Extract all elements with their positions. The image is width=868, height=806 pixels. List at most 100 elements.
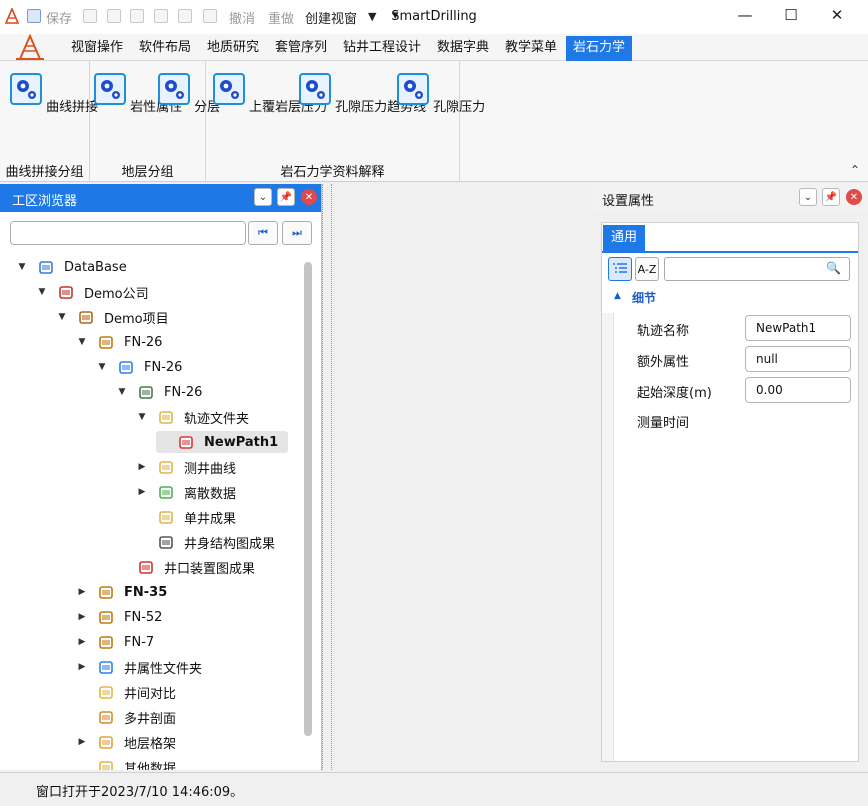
collapse-icon[interactable]: ▼ <box>16 262 28 272</box>
panel-splitter[interactable] <box>322 184 332 770</box>
tab-drilling-design[interactable]: 钻井工程设计 <box>339 36 425 61</box>
expand-icon[interactable]: ▶ <box>76 637 88 647</box>
gear-icon <box>94 73 126 105</box>
save-button[interactable]: 保存 <box>46 8 72 27</box>
layout-icon[interactable] <box>130 9 144 23</box>
tab-rock-mechanics[interactable]: 岩石力学 <box>566 36 632 61</box>
tree-node[interactable]: 多井剖面 <box>76 706 176 728</box>
tree-node[interactable]: ▶ FN-7 <box>76 631 155 653</box>
property-row-extra: 额外属性 null <box>637 344 858 374</box>
tree-node[interactable]: ▼ FN-26 <box>116 381 203 403</box>
overburden-pressure-button[interactable]: 上覆岩层压力 <box>213 73 327 115</box>
curve-splice-button[interactable]: 曲线拼接 <box>10 73 98 115</box>
maximize-button[interactable]: ☐ <box>768 0 814 30</box>
expand-icon[interactable]: ▶ <box>76 587 88 597</box>
database-icon <box>38 259 54 275</box>
expand-icon[interactable]: ▶ <box>76 662 88 672</box>
tree-node[interactable]: ▶ 地层格架 <box>76 731 176 753</box>
create-window-dropdown-icon[interactable]: ▼ <box>368 10 376 23</box>
tab-teaching[interactable]: 教学菜单 <box>501 36 561 61</box>
panel-close-button[interactable]: ✕ <box>301 189 317 205</box>
expand-icon[interactable]: ▶ <box>76 737 88 747</box>
collapse-ribbon-icon[interactable]: ⌃ <box>850 163 860 177</box>
collapse-icon[interactable]: ▼ <box>116 387 128 397</box>
section-details: 细节 <box>632 291 657 305</box>
gear-icon <box>10 73 42 105</box>
expand-icon[interactable]: ▶ <box>76 612 88 622</box>
expand-icon[interactable]: ▶ <box>136 487 148 497</box>
tree-node[interactable]: 其他数据 <box>76 756 176 770</box>
redo-button[interactable]: 重做 <box>268 8 294 27</box>
tree-node[interactable]: ▼ Demo公司 <box>36 281 149 303</box>
company-icon <box>58 284 74 300</box>
alphabetical-sort-button[interactable]: A-Z <box>635 257 659 281</box>
layering-button[interactable]: 分层 <box>158 73 220 115</box>
panel-dropdown-button[interactable]: ⌄ <box>799 188 817 206</box>
expand-icon[interactable]: ▶ <box>136 462 148 472</box>
panel-pin-button[interactable]: 📌 <box>822 188 840 206</box>
tree-node[interactable]: NewPath1 <box>156 431 289 453</box>
tree-node[interactable]: ▼ Demo项目 <box>56 306 169 328</box>
tab-casing[interactable]: 套管序列 <box>271 36 331 61</box>
ribbon-group-label: 地层分组 <box>121 165 174 180</box>
export-icon[interactable] <box>203 9 217 23</box>
pore-pressure-trend-button[interactable]: 孔隙压力趋势线 <box>299 73 426 115</box>
tree-node-label: FN-35 <box>124 584 168 600</box>
customize-quick-access-icon[interactable]: ▾ <box>392 8 399 23</box>
tree-node[interactable]: ▶ 测井曲线 <box>136 456 236 478</box>
lithology-button[interactable]: 岩性属性 <box>94 73 182 115</box>
collapse-icon[interactable]: ▼ <box>56 312 68 322</box>
trajectory-name-field[interactable]: NewPath1 <box>745 315 851 341</box>
tab-data-dictionary[interactable]: 数据字典 <box>433 36 493 61</box>
collapse-section-icon[interactable]: ▲ <box>614 291 621 301</box>
collapse-icon[interactable]: ▼ <box>36 287 48 297</box>
tab-general[interactable]: 通用 <box>603 225 645 251</box>
collapse-icon[interactable]: ▼ <box>76 337 88 347</box>
extra-attribute-field[interactable]: null <box>745 346 851 372</box>
save-icon[interactable] <box>27 9 41 23</box>
minimize-button[interactable]: — <box>722 0 768 30</box>
create-window-button[interactable]: 创建视窗 <box>305 8 357 27</box>
panel-dropdown-button[interactable]: ⌄ <box>254 188 272 206</box>
well-icon <box>98 584 114 600</box>
panel-close-button[interactable]: ✕ <box>846 189 862 205</box>
tree-node[interactable]: ▶ FN-35 <box>76 581 168 603</box>
tree-node[interactable]: ▼ FN-26 <box>76 331 163 353</box>
refresh-icon[interactable] <box>107 9 121 23</box>
collapse-icon[interactable]: ▼ <box>96 362 108 372</box>
tab-window-ops[interactable]: 视窗操作 <box>67 36 127 61</box>
property-search-input[interactable] <box>664 257 850 281</box>
tree-node-label: FN-52 <box>124 609 163 625</box>
tree-node[interactable]: ▶ FN-52 <box>76 606 163 628</box>
tab-geology[interactable]: 地质研究 <box>203 36 263 61</box>
tree-node[interactable]: ▼ DataBase <box>16 256 127 278</box>
undo-button[interactable]: 撤消 <box>229 8 255 27</box>
properties-title: 设置属性 <box>602 194 655 209</box>
ribbon-group-strata: 岩性属性 分层 地层分组 <box>90 61 220 182</box>
tree-node[interactable]: 井身结构图成果 <box>136 531 275 553</box>
pore-pressure-button[interactable]: 孔隙压力 <box>397 73 485 115</box>
tree-search-input[interactable] <box>10 221 246 245</box>
tab-software-layout[interactable]: 软件布局 <box>135 36 195 61</box>
last-button[interactable]: ⏭ <box>282 221 312 245</box>
tree-node[interactable]: 井间对比 <box>76 681 176 703</box>
tree-node-label: 离散数据 <box>184 486 237 502</box>
tree-scrollbar[interactable] <box>304 262 312 736</box>
tree-node[interactable]: ▶ 井属性文件夹 <box>76 656 202 678</box>
collapse-icon[interactable]: ▼ <box>136 412 148 422</box>
close-window-button[interactable]: ✕ <box>814 0 860 30</box>
property-name: 起始深度(m) <box>637 386 712 401</box>
ribbon-group-curve-splice: 曲线拼接 曲线拼接分组 <box>0 61 98 182</box>
grid-icon[interactable] <box>154 9 168 23</box>
tree-node[interactable]: 井口装置图成果 <box>116 556 255 578</box>
tree-node[interactable]: ▼ FN-26 <box>96 356 183 378</box>
tree-node[interactable]: 单井成果 <box>136 506 236 528</box>
categorized-view-button[interactable] <box>608 257 632 281</box>
tree-node[interactable]: ▼ 轨迹文件夹 <box>136 406 249 428</box>
start-depth-field[interactable]: 0.00 <box>745 377 851 403</box>
first-button[interactable]: ⏮ <box>248 221 278 245</box>
quick-tool-icon[interactable] <box>83 9 97 23</box>
panel-pin-button[interactable]: 📌 <box>277 188 295 206</box>
tile-icon[interactable] <box>178 9 192 23</box>
tree-node[interactable]: ▶ 离散数据 <box>136 481 236 503</box>
